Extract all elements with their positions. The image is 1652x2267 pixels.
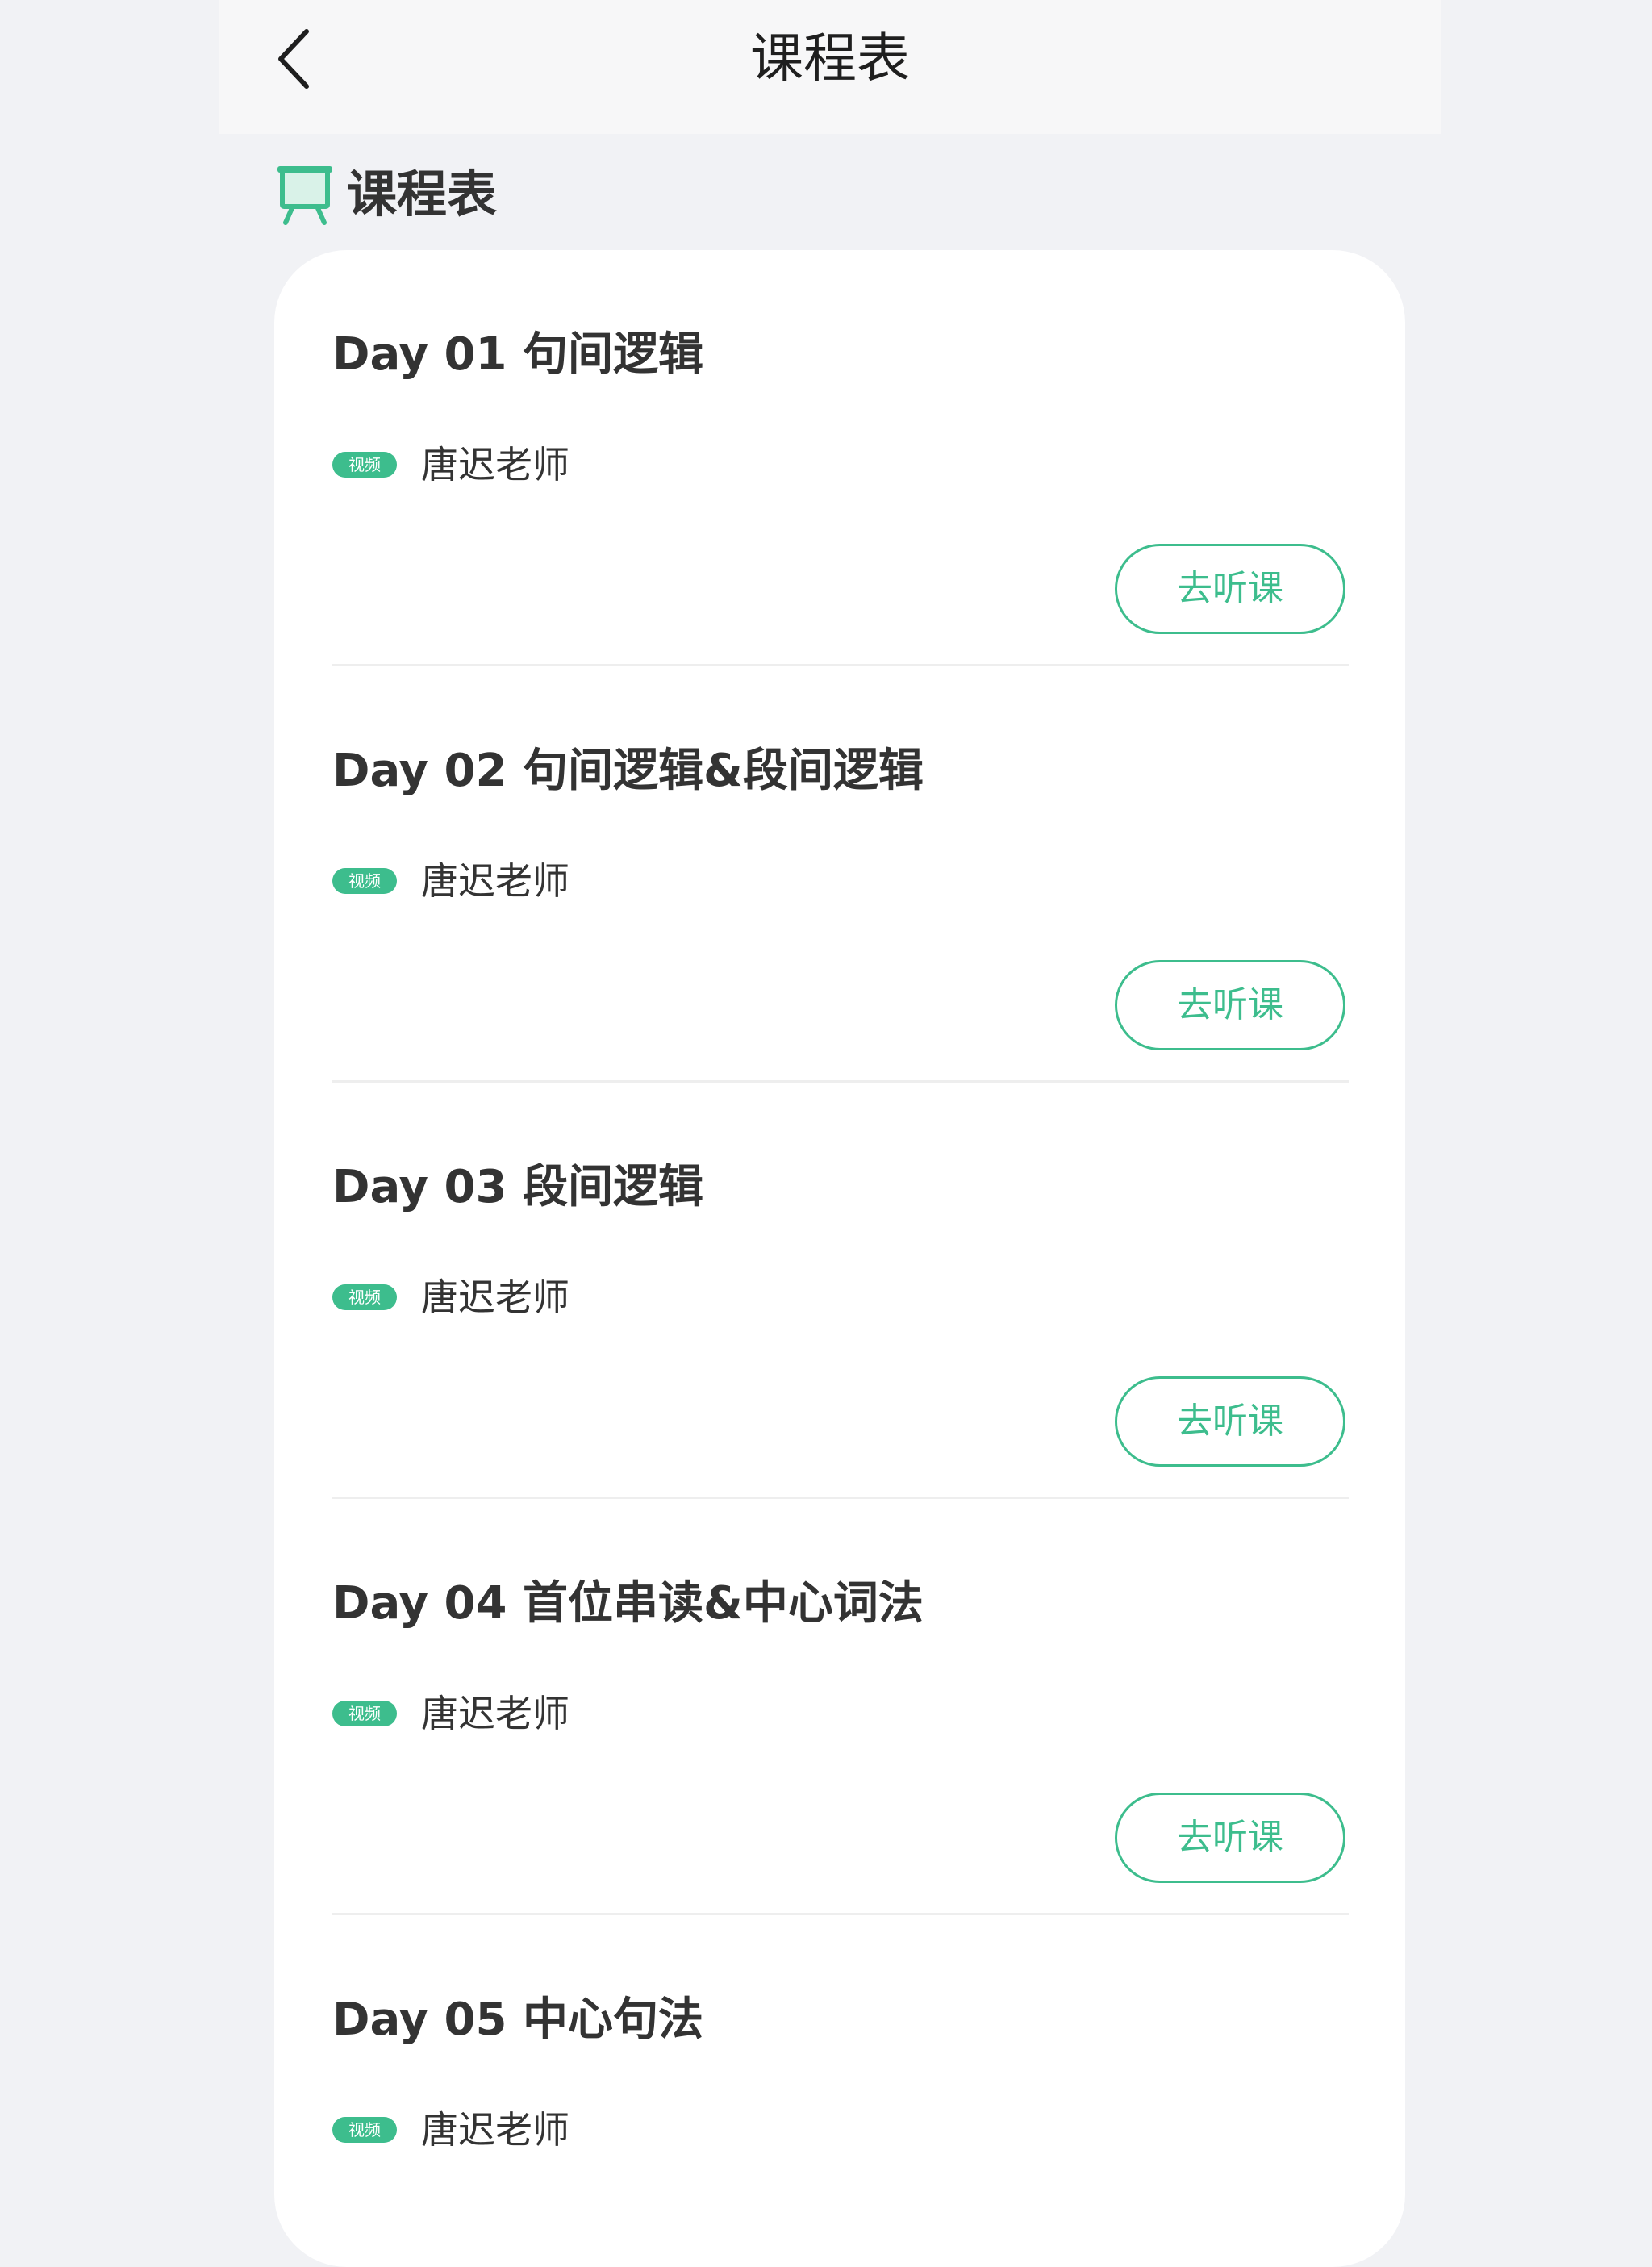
go-listen-button[interactable]: 去听课 bbox=[1115, 544, 1345, 634]
course-title: Day 03 段间逻辑 bbox=[332, 1161, 703, 1213]
video-badge: 视频 bbox=[332, 452, 397, 478]
section-header: 课程表 bbox=[274, 160, 497, 229]
course-meta: 视频 唐迟老师 bbox=[332, 855, 569, 907]
top-nav-bar: 课程表 bbox=[219, 0, 1441, 134]
course-meta: 视频 唐迟老师 bbox=[332, 2104, 569, 2156]
video-badge: 视频 bbox=[332, 1701, 397, 1726]
course-title: Day 05 中心句法 bbox=[332, 1994, 703, 2046]
course-title: Day 04 首位串读&中心词法 bbox=[332, 1577, 924, 1630]
page-title: 课程表 bbox=[750, 27, 910, 90]
course-meta: 视频 唐迟老师 bbox=[332, 1688, 569, 1739]
go-listen-button[interactable]: 去听课 bbox=[1115, 960, 1345, 1050]
video-badge: 视频 bbox=[332, 1284, 397, 1310]
teacher-name: 唐迟老师 bbox=[421, 1275, 569, 1319]
course-item: Day 03 段间逻辑 视频 唐迟老师 去听课 bbox=[274, 1083, 1405, 1499]
course-list: Day 01 句间逻辑 视频 唐迟老师 去听课 Day 02 句间逻辑&段间逻辑… bbox=[274, 250, 1405, 2267]
course-title: Day 01 句间逻辑 bbox=[332, 328, 703, 381]
course-card: Day 01 句间逻辑 视频 唐迟老师 去听课 Day 02 句间逻辑&段间逻辑… bbox=[274, 250, 1405, 2267]
presentation-board-icon bbox=[277, 166, 332, 225]
course-title: Day 02 句间逻辑&段间逻辑 bbox=[332, 745, 924, 797]
go-listen-button[interactable]: 去听课 bbox=[1115, 1793, 1345, 1883]
section-title: 课程表 bbox=[347, 165, 498, 223]
go-listen-button[interactable]: 去听课 bbox=[1115, 1376, 1345, 1467]
course-item: Day 01 句间逻辑 视频 唐迟老师 去听课 bbox=[274, 250, 1405, 666]
course-meta: 视频 唐迟老师 bbox=[332, 1271, 569, 1323]
teacher-name: 唐迟老师 bbox=[421, 859, 569, 903]
course-item: Day 05 中心句法 视频 唐迟老师 bbox=[274, 1915, 1405, 2267]
video-badge: 视频 bbox=[332, 2117, 397, 2143]
course-item: Day 04 首位串读&中心词法 视频 唐迟老师 去听课 bbox=[274, 1499, 1405, 1915]
teacher-name: 唐迟老师 bbox=[421, 443, 569, 486]
teacher-name: 唐迟老师 bbox=[421, 2108, 569, 2152]
course-item: Day 02 句间逻辑&段间逻辑 视频 唐迟老师 去听课 bbox=[274, 666, 1405, 1083]
teacher-name: 唐迟老师 bbox=[421, 1692, 569, 1735]
course-meta: 视频 唐迟老师 bbox=[332, 439, 569, 491]
video-badge: 视频 bbox=[332, 868, 397, 894]
